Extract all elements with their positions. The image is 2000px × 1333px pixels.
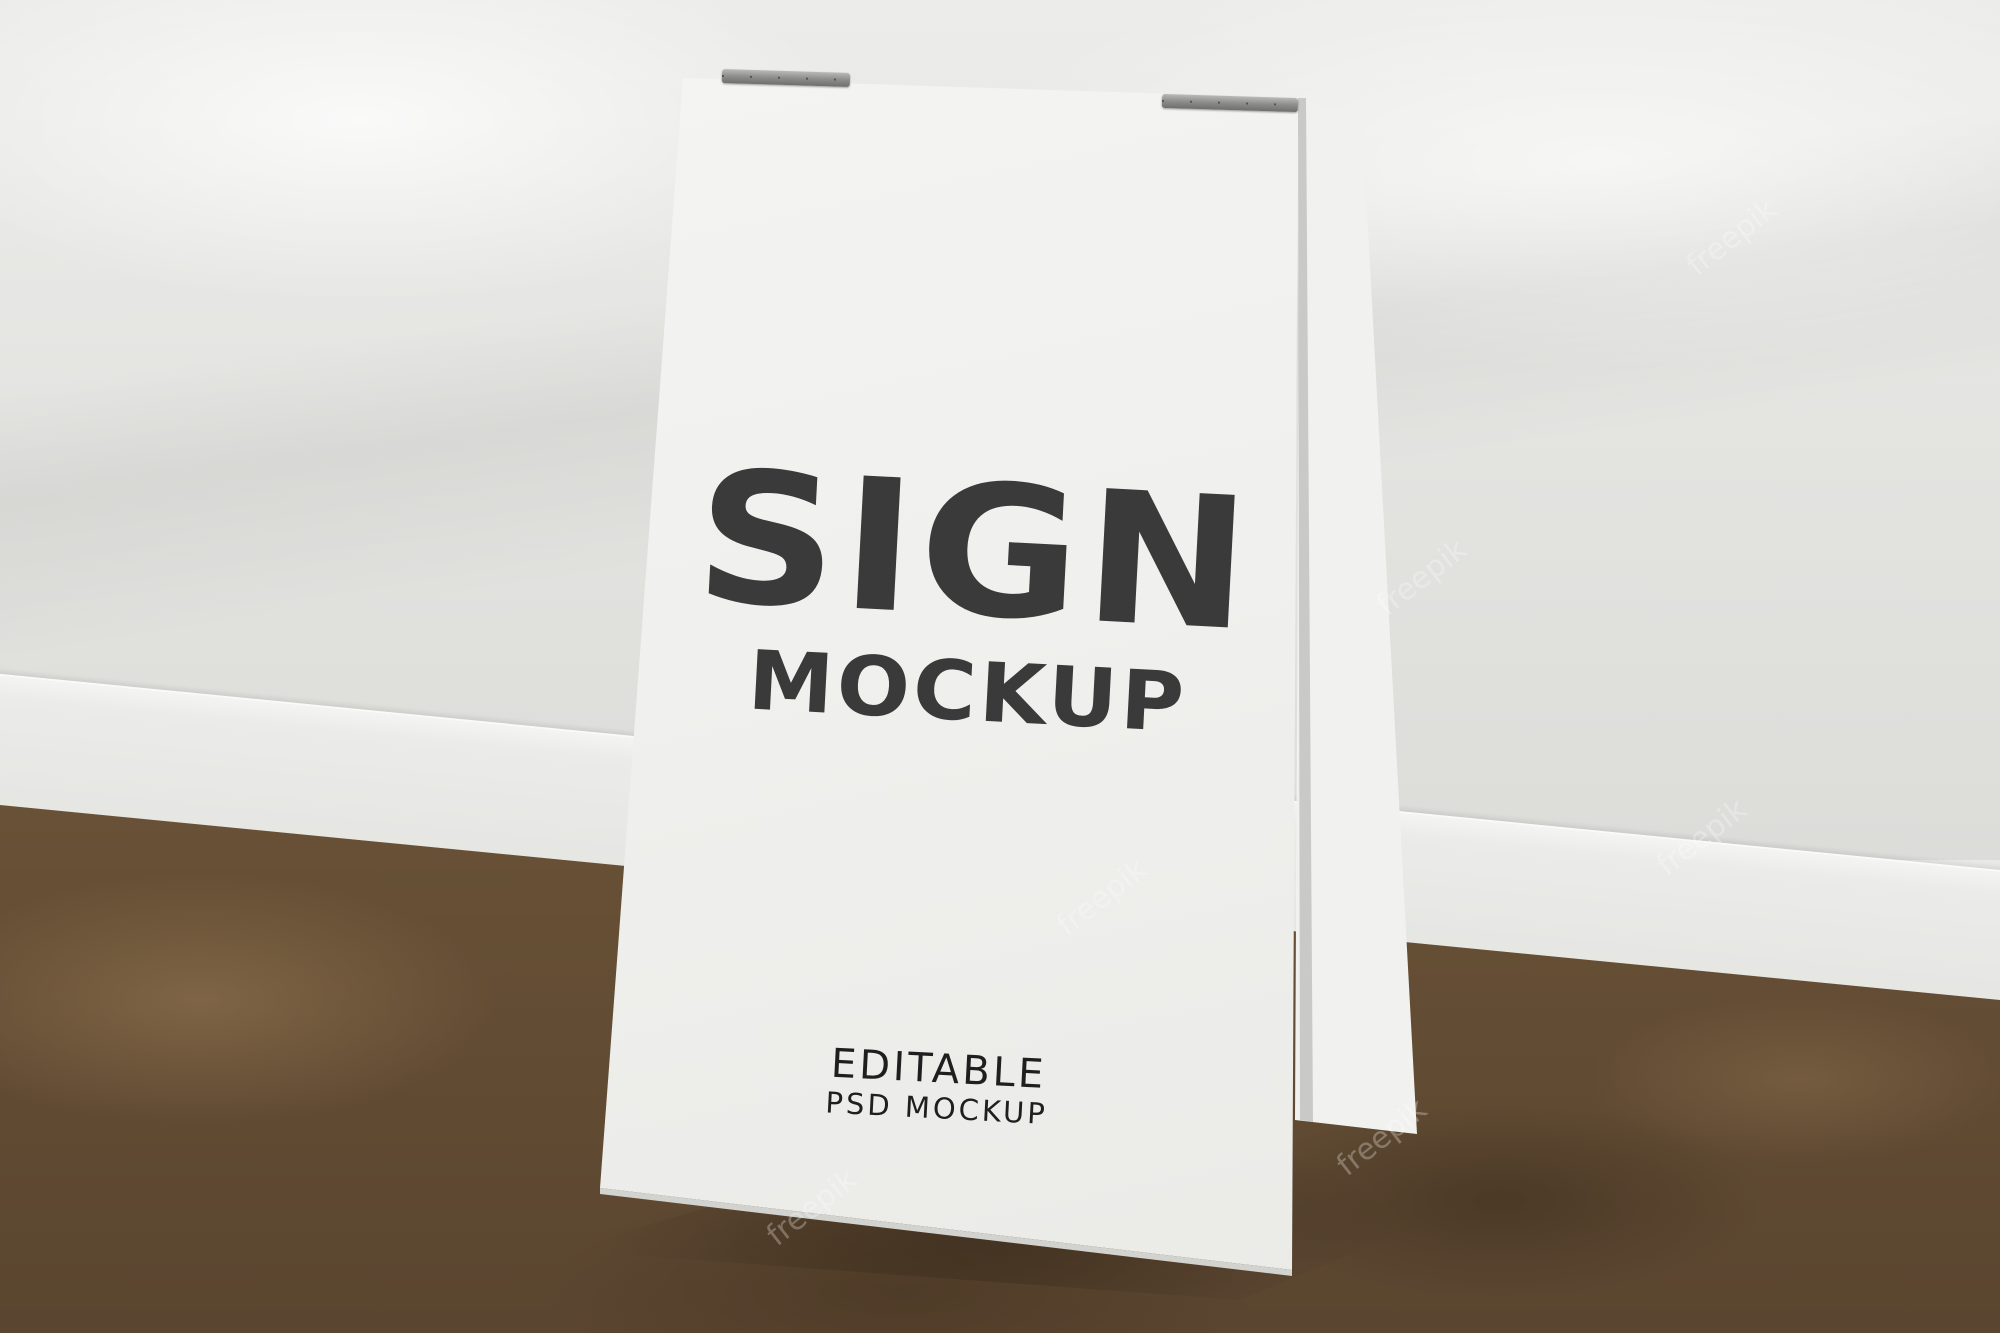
photo-scene: SIGN MOCKUP EDITABLE PSD MOCKUP freepik … bbox=[0, 0, 2000, 1333]
